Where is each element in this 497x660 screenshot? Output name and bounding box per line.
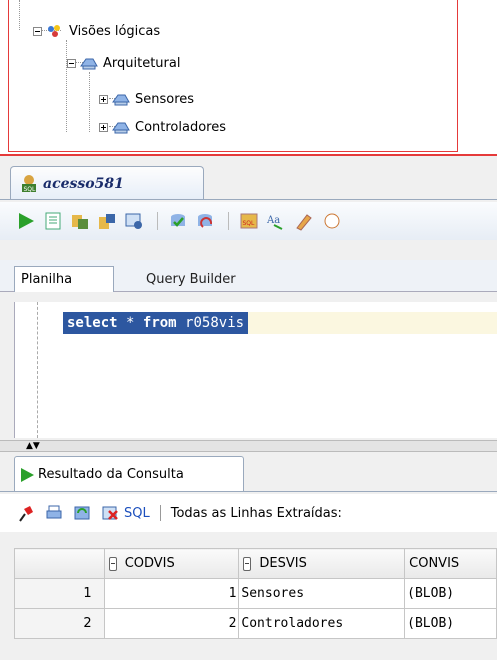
sql-editor[interactable]: select * from r058vis	[14, 302, 497, 438]
column-type-icon	[108, 556, 117, 571]
sql-link[interactable]: SQL	[124, 506, 150, 521]
svg-text:SQL: SQL	[243, 220, 256, 227]
expand-icon[interactable]	[99, 122, 108, 132]
cell-codvis[interactable]: 2	[103, 608, 240, 639]
cell-desvis[interactable]: Sensores	[238, 578, 406, 609]
collapse-icon[interactable]	[67, 58, 76, 68]
cell-codvis[interactable]: 1	[103, 578, 240, 609]
tab-worksheet[interactable]: Planilha	[14, 266, 114, 292]
cell-desvis[interactable]: Controladores	[238, 608, 406, 639]
sql-keyword: select	[67, 315, 118, 331]
worksheet-toolbar: SQL Aa	[0, 202, 497, 240]
tree-node-controladores[interactable]: Controladores	[99, 118, 226, 136]
autotrace-icon	[99, 214, 115, 229]
toolbar-separator	[159, 505, 161, 521]
run-script-icon	[45, 212, 61, 230]
tab-query-result-label: Resultado da Consulta	[38, 467, 184, 482]
autotrace-button[interactable]	[95, 209, 119, 233]
tree-node-sensores[interactable]: Sensores	[99, 90, 194, 108]
row-number[interactable]: 2	[14, 608, 105, 639]
view-icon	[80, 58, 98, 70]
commit-icon	[171, 214, 185, 227]
rollback-icon	[198, 214, 213, 228]
splitter-arrows-icon[interactable]: ▲▼	[26, 441, 40, 451]
results-toolbar: SQL Todas as Linhas Extraídas:	[0, 494, 497, 532]
tab-divider	[0, 199, 497, 200]
sql-tuning-icon	[125, 213, 142, 229]
connections-tree: Visões lógicas Arquitetural Sensores Con…	[8, 0, 458, 152]
sql-connection-icon: SQL	[22, 174, 37, 193]
expand-icon[interactable]	[99, 94, 108, 104]
column-header-label: CODVIS	[124, 556, 175, 571]
toolbar-separator	[157, 212, 158, 230]
tab-query-builder[interactable]: Query Builder	[140, 266, 236, 292]
pin-icon[interactable]	[16, 503, 36, 523]
run-script-button[interactable]	[41, 209, 65, 233]
editor-gutter	[37, 302, 38, 438]
row-number-header	[14, 548, 105, 579]
view-icon	[112, 94, 130, 106]
run-statement-button[interactable]	[14, 209, 38, 233]
column-type-icon	[243, 556, 252, 571]
sql-worksheet-panel: SQL acesso581 SQL Aa Planilha Query Buil…	[0, 154, 497, 660]
column-header-desvis[interactable]: DESVIS	[238, 548, 406, 579]
sql-tuning-button[interactable]	[122, 209, 146, 233]
sql-star: *	[126, 315, 135, 331]
rollback-button[interactable]	[193, 209, 217, 233]
panel-splitter[interactable]: ▲▼	[0, 440, 497, 452]
connection-tab[interactable]: SQL acesso581	[10, 166, 204, 200]
column-header-convis[interactable]: CONVIS	[404, 548, 497, 579]
view-icon	[112, 122, 130, 134]
clock-icon	[324, 213, 340, 229]
explain-plan-button[interactable]	[68, 209, 92, 233]
connection-tab-label: acesso581	[43, 175, 124, 192]
run-result-icon	[21, 467, 34, 482]
sql-icon: SQL	[240, 213, 258, 229]
delete-icon[interactable]	[100, 503, 120, 523]
tree-node-logical-views[interactable]: Visões lógicas	[33, 22, 160, 40]
table-row[interactable]: 1 1 Sensores (BLOB)	[14, 578, 497, 609]
run-statement-icon	[19, 213, 34, 229]
refresh-icon[interactable]	[72, 503, 92, 523]
svg-text:SQL: SQL	[24, 186, 37, 193]
logical-views-icon	[48, 25, 60, 37]
explain-plan-icon	[72, 215, 88, 229]
row-number[interactable]: 1	[14, 578, 105, 609]
table-row[interactable]: 2 2 Controladores (BLOB)	[14, 608, 497, 639]
commit-button[interactable]	[166, 209, 190, 233]
column-header-label: CONVIS	[409, 556, 460, 571]
fetch-status: Todas as Linhas Extraídas:	[170, 505, 342, 521]
header-row: CODVIS DESVIS CONVIS	[14, 548, 497, 579]
print-icon[interactable]	[44, 503, 64, 523]
results-grid: CODVIS DESVIS CONVIS 1 1 Sensores (BLOB)…	[14, 548, 497, 639]
clear-button[interactable]	[291, 209, 315, 233]
cell-convis[interactable]: (BLOB)	[404, 608, 497, 639]
svg-text:Aa: Aa	[266, 215, 280, 226]
format-icon: Aa	[266, 215, 283, 230]
sql-history-button[interactable]: SQL	[237, 209, 261, 233]
tab-query-builder-label: Query Builder	[146, 271, 236, 287]
column-header-codvis[interactable]: CODVIS	[103, 548, 240, 579]
column-header-label: DESVIS	[259, 556, 307, 571]
tree-node-architectural[interactable]: Arquitetural	[67, 54, 180, 72]
collapse-icon[interactable]	[33, 26, 42, 36]
editor-subtabs: Planilha Query Builder	[0, 260, 497, 292]
tree-label: Sensores	[135, 91, 195, 107]
sql-keyword: from	[142, 315, 177, 331]
sql-table: r058vis	[185, 315, 245, 331]
tab-query-result[interactable]: Resultado da Consulta	[14, 456, 244, 492]
tab-worksheet-label: Planilha	[21, 272, 73, 287]
tree-label: Arquitetural	[103, 55, 181, 71]
format-button[interactable]: Aa	[264, 209, 288, 233]
tree-label: Controladores	[135, 119, 226, 135]
cell-convis[interactable]: (BLOB)	[404, 578, 497, 609]
sql-statement[interactable]: select * from r058vis	[63, 312, 249, 334]
tree-label: Visões lógicas	[69, 23, 161, 39]
results-divider	[0, 491, 497, 492]
clear-icon	[296, 214, 312, 231]
more-button[interactable]	[318, 209, 342, 233]
toolbar-separator	[228, 212, 229, 230]
